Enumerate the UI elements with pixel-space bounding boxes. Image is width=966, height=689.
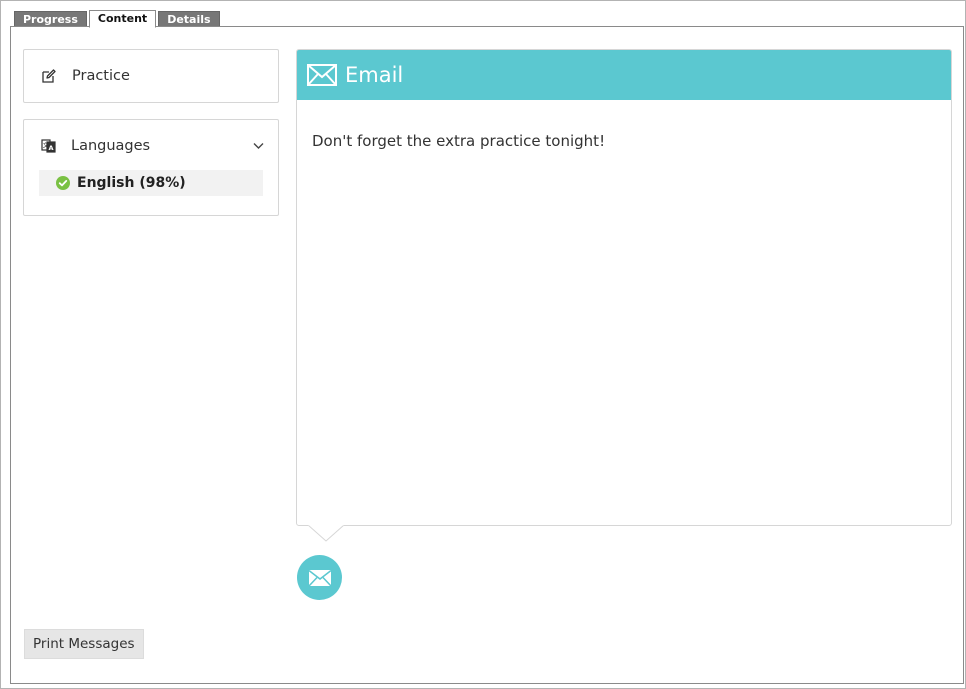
message-body: Don't forget the extra practice tonight! [312, 132, 606, 150]
message-tail [308, 525, 345, 542]
languages-label: Languages [71, 138, 151, 154]
sender-avatar[interactable] [297, 555, 342, 600]
tab-content[interactable]: Content [88, 10, 157, 28]
chevron-down-icon[interactable] [252, 140, 264, 152]
message-title: Email [345, 63, 404, 87]
print-messages-button[interactable]: Print Messages [24, 629, 144, 659]
message-header: Email [297, 50, 951, 100]
languages-toggle[interactable]: 文 A Languages [40, 136, 264, 156]
envelope-icon [308, 569, 331, 586]
svg-text:A: A [48, 144, 53, 152]
language-item-english[interactable]: English (98%) [39, 170, 263, 196]
languages-panel: 文 A Languages English (98%) [23, 119, 279, 216]
language-icon: 文 A [40, 137, 58, 155]
language-label: English (98%) [77, 175, 186, 191]
tab-details[interactable]: Details [158, 11, 220, 27]
envelope-icon [307, 64, 337, 86]
edit-icon [40, 67, 58, 85]
content-panel: Practice 文 A Languages English (98%) Ema… [10, 26, 964, 684]
tab-progress[interactable]: Progress [14, 11, 87, 27]
tab-bar: Progress Content Details [14, 10, 220, 28]
check-circle-icon [56, 176, 70, 190]
practice-label: Practice [72, 68, 130, 84]
practice-item[interactable]: Practice [23, 49, 279, 103]
message-card: Email Don't forget the extra practice to… [296, 49, 952, 526]
